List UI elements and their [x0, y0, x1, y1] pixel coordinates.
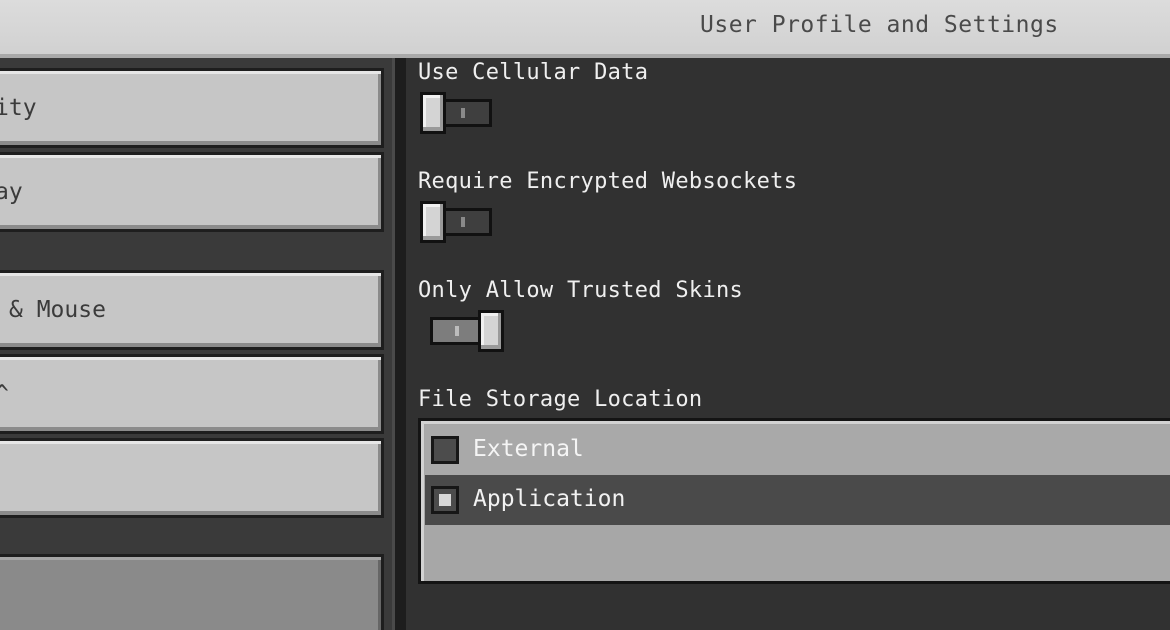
- sidebar-item-touch[interactable]: ^: [0, 354, 384, 434]
- header-bar: User Profile and Settings: [0, 0, 1170, 58]
- settings-content: Use Cellular Data Require Encrypted Webs…: [406, 58, 1170, 630]
- sidebar-item-profile[interactable]: [0, 554, 384, 630]
- file-storage-radio-group: External Application: [418, 418, 1170, 584]
- sidebar-scrollbar[interactable]: [392, 58, 406, 630]
- sidebar-item-controller[interactable]: [0, 438, 384, 518]
- radio-button: [431, 436, 459, 464]
- use-cellular-data-toggle[interactable]: [420, 92, 492, 134]
- radio-option-external[interactable]: External: [425, 425, 1170, 475]
- toggle-knob: [478, 310, 504, 352]
- file-storage-location-label: File Storage Location: [418, 387, 703, 412]
- sidebar-item-play[interactable]: ay: [0, 152, 384, 232]
- require-encrypted-websockets-toggle[interactable]: [420, 201, 492, 243]
- use-cellular-data-label: Use Cellular Data: [418, 60, 649, 85]
- toggle-knob: [420, 92, 446, 134]
- toggle-knob: [420, 201, 446, 243]
- sidebar-item-accessibility[interactable]: ity: [0, 68, 384, 148]
- toggle-mark: [461, 108, 465, 118]
- radio-option-label: External: [473, 436, 584, 462]
- only-allow-trusted-skins-label: Only Allow Trusted Skins: [418, 278, 744, 303]
- toggle-mark: [455, 326, 459, 336]
- radio-option-application[interactable]: Application: [425, 475, 1170, 525]
- sidebar-item-label: ^: [0, 381, 9, 407]
- settings-sidebar: ity ay & Mouse ^: [0, 58, 398, 630]
- settings-screen: User Profile and Settings ity ay & Mouse…: [0, 0, 1170, 630]
- page-title: User Profile and Settings: [700, 12, 1059, 38]
- sidebar-item-label: ity: [0, 95, 37, 121]
- only-allow-trusted-skins-toggle[interactable]: [420, 310, 504, 352]
- radio-option-label: Application: [473, 486, 626, 512]
- radio-button: [431, 486, 459, 514]
- toggle-mark: [461, 217, 465, 227]
- sidebar-item-keyboard-mouse[interactable]: & Mouse: [0, 270, 384, 350]
- sidebar-item-label: ay: [0, 179, 23, 205]
- require-encrypted-websockets-label: Require Encrypted Websockets: [418, 169, 798, 194]
- sidebar-item-label: & Mouse: [9, 297, 106, 323]
